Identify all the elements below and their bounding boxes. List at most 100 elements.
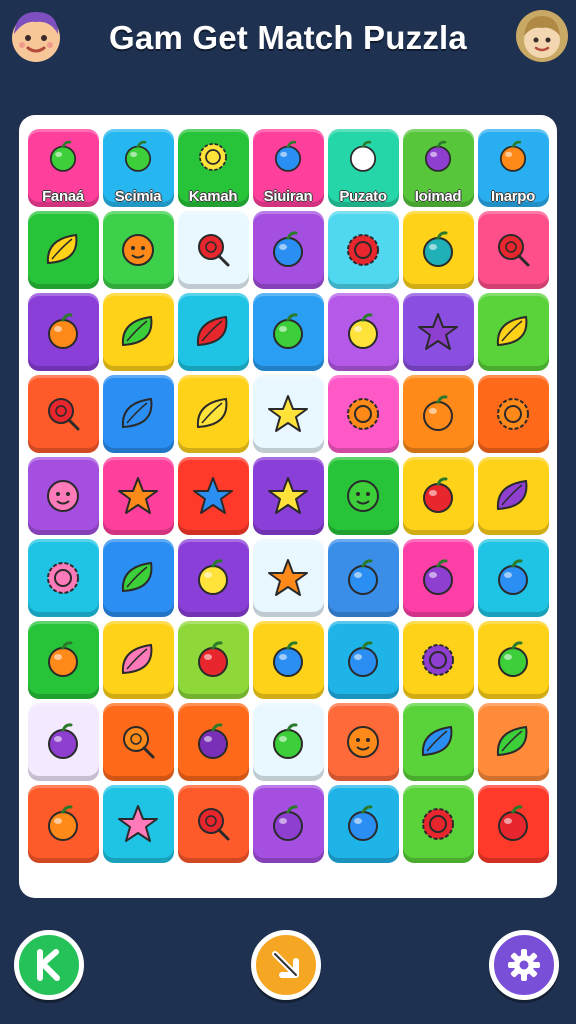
- orange-star-icon: [115, 473, 161, 519]
- puzzle-tile[interactable]: [177, 211, 249, 289]
- puzzle-tile[interactable]: [102, 457, 174, 535]
- puzzle-tile[interactable]: [177, 621, 249, 699]
- puzzle-tile[interactable]: [477, 293, 549, 371]
- label-tile[interactable]: Ioimad: [402, 129, 474, 207]
- red-lollipop-icon: [40, 391, 86, 437]
- puzzle-tile[interactable]: [252, 457, 324, 535]
- game-header: Gam Get Match Puzzla: [0, 0, 576, 78]
- tile-grid: Fanaá Scimia Kamah Siuiran Puzato Ioimad Inarp…: [27, 129, 549, 863]
- puzzle-tile[interactable]: [477, 211, 549, 289]
- puzzle-tile[interactable]: [102, 785, 174, 863]
- puzzle-tile[interactable]: [327, 457, 399, 535]
- puzzle-tile[interactable]: [477, 457, 549, 535]
- puzzle-tile[interactable]: [102, 703, 174, 781]
- puzzle-tile[interactable]: [252, 211, 324, 289]
- puzzle-tile[interactable]: [327, 703, 399, 781]
- puzzle-tile[interactable]: [27, 539, 99, 617]
- label-tile[interactable]: Inarpo: [477, 129, 549, 207]
- purple-ball-icon: [265, 801, 311, 847]
- puzzle-tile[interactable]: [402, 457, 474, 535]
- puzzle-tile[interactable]: [252, 293, 324, 371]
- puzzle-tile[interactable]: [402, 293, 474, 371]
- puzzle-tile[interactable]: [477, 539, 549, 617]
- puzzle-tile[interactable]: [327, 785, 399, 863]
- hint-button[interactable]: [251, 930, 321, 1000]
- puzzle-tile[interactable]: [102, 293, 174, 371]
- puzzle-tile[interactable]: [102, 375, 174, 453]
- puzzle-tile[interactable]: [177, 375, 249, 453]
- opponent-avatar[interactable]: [512, 6, 572, 66]
- puzzle-tile[interactable]: [327, 293, 399, 371]
- green-strawberry-icon: [490, 637, 536, 683]
- pink-flower-icon: [40, 555, 86, 601]
- puzzle-tile[interactable]: [402, 703, 474, 781]
- puzzle-tile[interactable]: [27, 211, 99, 289]
- puzzle-tile[interactable]: [27, 703, 99, 781]
- puzzle-tile[interactable]: [477, 703, 549, 781]
- label-tile[interactable]: Fanaá: [27, 129, 99, 207]
- game-title: Gam Get Match Puzzla: [109, 19, 467, 56]
- yellow-flower-icon: [193, 129, 233, 182]
- puzzle-tile[interactable]: [327, 539, 399, 617]
- letter-k-back-icon: [37, 949, 60, 981]
- puzzle-tile[interactable]: [252, 703, 324, 781]
- purple-gear-icon: [415, 637, 461, 683]
- puzzle-tile[interactable]: [402, 785, 474, 863]
- puzzle-tile[interactable]: [177, 703, 249, 781]
- orange-lollipop-icon: [115, 719, 161, 765]
- puzzle-tile[interactable]: [327, 621, 399, 699]
- puzzle-tile[interactable]: [177, 785, 249, 863]
- back-button[interactable]: [14, 930, 84, 1000]
- puzzle-tile[interactable]: [177, 539, 249, 617]
- green-ring-icon: [118, 129, 158, 182]
- puzzle-tile[interactable]: [102, 539, 174, 617]
- orange-swirl-icon: [415, 391, 461, 437]
- orange-coin-icon: [40, 637, 86, 683]
- puzzle-tile[interactable]: [327, 375, 399, 453]
- puzzle-tile[interactable]: [402, 539, 474, 617]
- puzzle-tile[interactable]: [402, 211, 474, 289]
- puzzle-tile[interactable]: [27, 457, 99, 535]
- puzzle-tile[interactable]: [177, 457, 249, 535]
- puzzle-tile[interactable]: [477, 375, 549, 453]
- green-orb-icon: [265, 719, 311, 765]
- puzzle-tile[interactable]: [477, 621, 549, 699]
- puzzle-tile[interactable]: [27, 785, 99, 863]
- settings-button[interactable]: [489, 930, 559, 1000]
- puzzle-tile[interactable]: [402, 621, 474, 699]
- diagonal-arrow-icon: [272, 951, 299, 978]
- gear-icon: [508, 949, 540, 981]
- player-avatar[interactable]: [6, 6, 66, 66]
- purple-berry-icon: [418, 129, 458, 182]
- puzzle-tile[interactable]: [252, 539, 324, 617]
- red-flower-icon: [415, 801, 461, 847]
- puzzle-tile[interactable]: [27, 621, 99, 699]
- puzzle-tile[interactable]: [27, 293, 99, 371]
- label-tile[interactable]: Kamah: [177, 129, 249, 207]
- blue-shell-icon: [340, 555, 386, 601]
- label-tile[interactable]: Puzato: [327, 129, 399, 207]
- green-leaf-icon: [115, 309, 161, 355]
- red-lollipop-icon: [490, 227, 536, 273]
- puzzle-tile[interactable]: [102, 211, 174, 289]
- puzzle-tile[interactable]: [327, 211, 399, 289]
- puzzle-tile[interactable]: [252, 621, 324, 699]
- blue-ball-icon: [268, 129, 308, 182]
- puzzle-tile[interactable]: [102, 621, 174, 699]
- orange-candy-icon: [40, 309, 86, 355]
- label-tile[interactable]: Scimia: [102, 129, 174, 207]
- white-swirl-icon: [343, 129, 383, 182]
- tile-label: Fanaá: [42, 188, 84, 205]
- pink-face-icon: [40, 473, 86, 519]
- puzzle-tile[interactable]: [177, 293, 249, 371]
- striped-ball-icon: [493, 129, 533, 182]
- puzzle-tile[interactable]: [402, 375, 474, 453]
- puzzle-tile[interactable]: [252, 785, 324, 863]
- label-tile[interactable]: Siuiran: [252, 129, 324, 207]
- red-striped-ball-icon: [490, 801, 536, 847]
- eggplant-icon: [190, 719, 236, 765]
- puzzle-tile[interactable]: [477, 785, 549, 863]
- puzzle-tile[interactable]: [252, 375, 324, 453]
- game-board: Fanaá Scimia Kamah Siuiran Puzato Ioimad Inarp…: [19, 115, 557, 898]
- puzzle-tile[interactable]: [27, 375, 99, 453]
